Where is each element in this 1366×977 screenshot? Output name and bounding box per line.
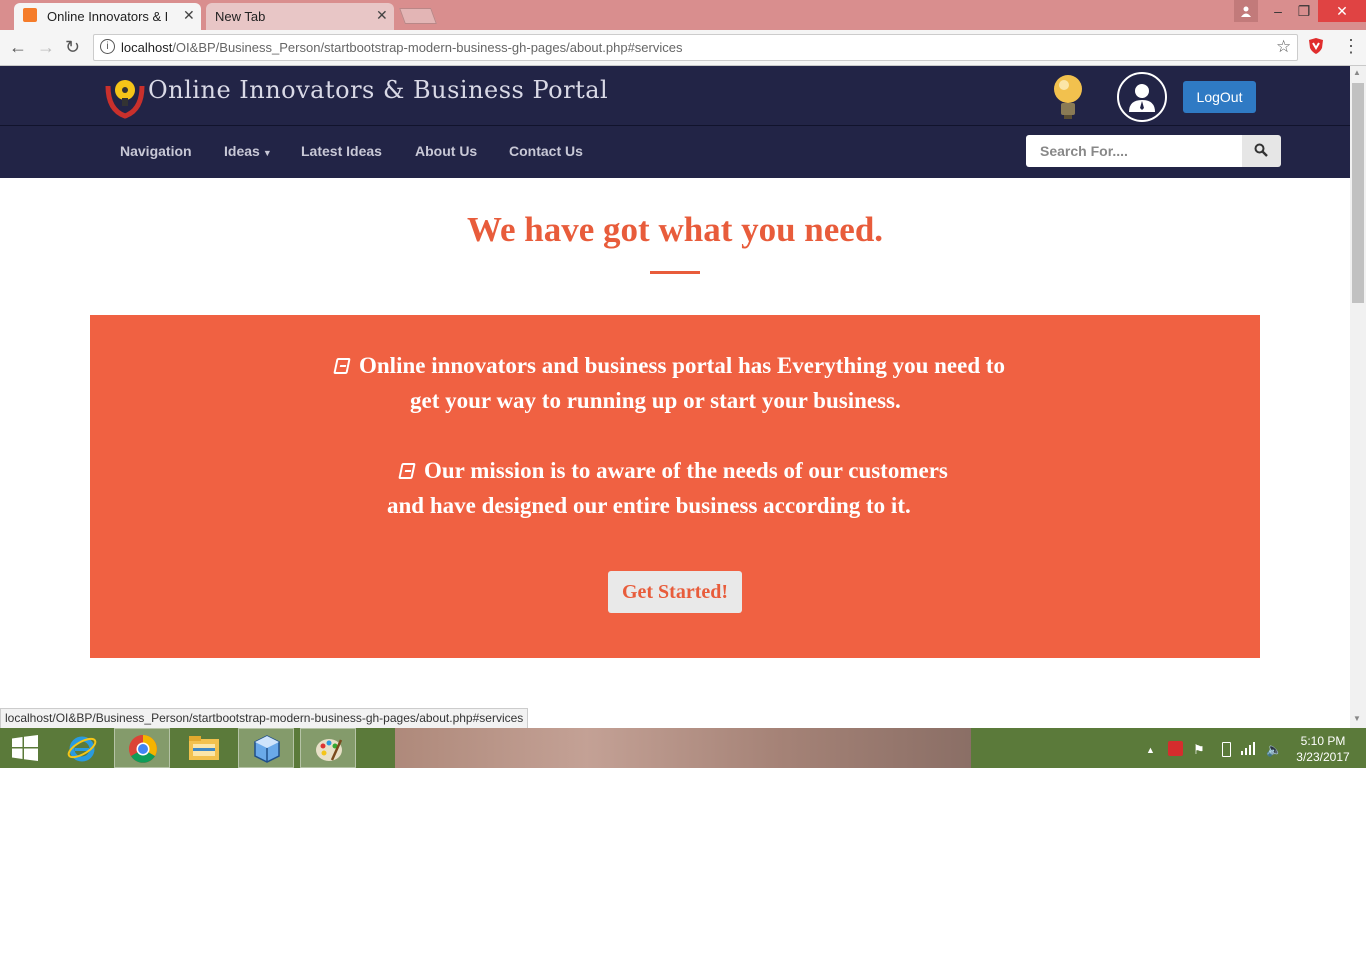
search-input[interactable]: Search For.... xyxy=(1026,135,1242,167)
nav-ideas-label: Ideas xyxy=(224,143,260,159)
paragraph-2-line-1: Our mission is to aware of the needs of … xyxy=(398,458,948,484)
browser-tab[interactable]: New Tab ✕ xyxy=(206,3,394,30)
back-icon[interactable]: ← xyxy=(9,37,27,58)
tab-title: New Tab xyxy=(215,9,266,24)
internet-explorer-icon[interactable] xyxy=(54,728,110,768)
get-started-button[interactable]: Get Started! xyxy=(608,571,742,613)
restore-icon[interactable]: ❐ xyxy=(1292,0,1316,22)
logout-button[interactable]: LogOut xyxy=(1183,81,1256,113)
book-icon xyxy=(398,463,416,479)
search-placeholder: Search For.... xyxy=(1040,143,1128,159)
address-bar[interactable]: i localhost/OI&BP/Business_Person/startb… xyxy=(93,34,1298,61)
tray-expand-icon[interactable]: ▲ xyxy=(1146,745,1155,755)
chrome-taskbar-button[interactable] xyxy=(114,728,170,768)
site-brand-title[interactable]: Online Innovators & Business Portal xyxy=(148,76,608,104)
site-logo[interactable] xyxy=(104,76,146,120)
network-signal-icon[interactable] xyxy=(1240,741,1256,755)
lightbulb-icon xyxy=(1050,73,1086,121)
extension-shield-icon[interactable] xyxy=(1308,37,1324,55)
url-path: /OI&BP/Business_Person/startbootstrap-mo… xyxy=(172,40,683,55)
windows-logo-icon xyxy=(12,735,38,761)
action-center-flag-icon[interactable]: ⚑ xyxy=(1193,742,1205,758)
user-avatar-icon[interactable] xyxy=(1117,72,1167,122)
bookmark-star-icon[interactable]: ☆ xyxy=(1276,37,1291,57)
menu-icon[interactable]: ⋮ xyxy=(1342,36,1360,57)
paragraph-1-line-2: get your way to running up or start your… xyxy=(410,388,901,413)
taskbar-background-image xyxy=(395,728,971,768)
link-status-bubble: localhost/OI&BP/Business_Person/startboo… xyxy=(0,708,529,729)
nav-ideas-dropdown[interactable]: Ideas ▼ xyxy=(224,143,272,159)
close-tab-icon[interactable]: ✕ xyxy=(183,7,195,24)
caret-down-icon: ▼ xyxy=(262,148,272,158)
paragraph-2-line-2: and have designed our entire business ac… xyxy=(387,493,911,518)
browser-tab-active[interactable]: Online Innovators & Busi ✕ xyxy=(14,3,201,30)
section-heading: We have got what you need. xyxy=(466,210,884,249)
scrollbar-thumb[interactable] xyxy=(1352,83,1364,303)
url-text: localhost/OI&BP/Business_Person/startboo… xyxy=(121,40,682,55)
start-button[interactable] xyxy=(0,728,56,768)
nav-latest-ideas[interactable]: Latest Ideas xyxy=(301,143,382,159)
nav-contact-us[interactable]: Contact Us xyxy=(509,143,583,159)
file-explorer-icon[interactable] xyxy=(176,728,232,768)
close-window-button[interactable]: ✕ xyxy=(1318,0,1366,22)
clock-date: 3/23/2017 xyxy=(1296,750,1350,764)
forward-icon[interactable]: → xyxy=(37,37,55,58)
url-host: localhost xyxy=(121,40,173,55)
nav-navigation[interactable]: Navigation xyxy=(120,143,192,159)
reload-icon[interactable]: ↻ xyxy=(65,37,80,58)
scroll-up-icon[interactable]: ▲ xyxy=(1353,68,1361,77)
search-icon xyxy=(1254,143,1268,157)
clock-time: 5:10 PM xyxy=(1300,734,1346,748)
battery-icon[interactable] xyxy=(1222,742,1231,757)
virtualbox-taskbar-button[interactable] xyxy=(238,728,294,768)
new-tab-button[interactable] xyxy=(399,8,437,24)
profile-icon[interactable] xyxy=(1234,0,1258,22)
tab-title: Online Innovators & Busi xyxy=(47,9,167,24)
paint-palette-icon xyxy=(316,739,343,761)
volume-icon[interactable]: 🔈 xyxy=(1266,742,1282,758)
nav-about-us[interactable]: About Us xyxy=(415,143,477,159)
minimize-icon[interactable]: – xyxy=(1266,0,1290,22)
scroll-down-icon[interactable]: ▼ xyxy=(1353,714,1361,723)
browser-tab-strip xyxy=(0,0,1366,30)
search-button[interactable] xyxy=(1242,135,1281,167)
heading-divider xyxy=(650,271,700,274)
chrome-icon xyxy=(129,735,157,763)
paragraph-1-line-1: Online innovators and business portal ha… xyxy=(333,353,1005,379)
antivirus-tray-icon[interactable] xyxy=(1168,741,1183,756)
paint-taskbar-button[interactable] xyxy=(300,728,356,768)
xampp-favicon-icon xyxy=(23,8,37,22)
system-clock[interactable]: 5:10 PM 3/23/2017 xyxy=(1292,733,1354,765)
book-icon xyxy=(333,358,351,374)
cube-app-icon xyxy=(254,735,280,763)
info-icon: i xyxy=(100,39,115,54)
close-tab-icon[interactable]: ✕ xyxy=(376,7,388,24)
